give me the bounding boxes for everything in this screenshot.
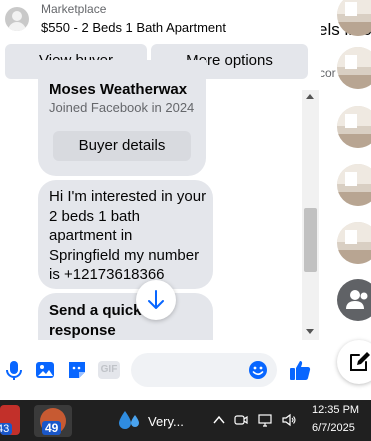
buyer-name: Moses Weatherwax [49, 81, 188, 98]
compose-bar: GIF [0, 340, 321, 400]
scrollbar-thumb[interactable] [304, 208, 317, 272]
scroll-to-bottom-button[interactable] [136, 280, 176, 320]
meet-now-icon[interactable] [233, 412, 249, 428]
listing-thumbnail[interactable] [337, 222, 371, 264]
message-bubble: Hi I'm interested in your 2 beds 1 bath … [38, 180, 213, 289]
gif-icon[interactable]: GIF [98, 361, 120, 379]
chat-window: Marketplace $550 - 2 Beds 1 Bath Apartme… [0, 0, 321, 400]
quick-response-label: Send a quick response [49, 302, 142, 339]
compose-icon [350, 352, 370, 371]
chat-subtitle: Marketplace [41, 2, 107, 16]
listing-thumbnail[interactable] [337, 47, 371, 89]
listing-thumbnail[interactable] [337, 106, 371, 148]
buyer-card: Moses Weatherwax Joined Facebook in 2024… [38, 60, 206, 176]
scroll-down-arrow-icon[interactable] [306, 329, 314, 334]
new-message-button[interactable] [337, 340, 371, 384]
listing-thumbnail[interactable] [337, 0, 371, 36]
taskbar-app[interactable]: 43 [0, 405, 20, 435]
clock-date[interactable]: 6/7/2025 [312, 422, 355, 434]
avatar[interactable] [5, 7, 29, 31]
thumbs-up-icon[interactable] [288, 358, 312, 382]
chat-header: Marketplace $550 - 2 Beds 1 Bath Apartme… [0, 0, 321, 40]
taskbar-app[interactable]: 49 [34, 405, 72, 437]
raindrop-icon[interactable] [116, 409, 142, 433]
clock-time[interactable]: 12:35 PM [312, 404, 359, 416]
chevron-up-icon[interactable] [211, 412, 227, 428]
taskbar: 43 49 Very... 12:35 PM 6/7/2025 [0, 400, 371, 441]
buyer-details-button[interactable]: Buyer details [53, 131, 191, 161]
photo-icon[interactable] [34, 359, 56, 381]
arrow-down-icon [148, 290, 164, 309]
people-icon [346, 290, 368, 309]
buyer-joined: Joined Facebook in 2024 [49, 100, 195, 115]
contacts-button[interactable] [337, 279, 371, 321]
notification-badge: 49 [42, 421, 62, 435]
partial-text: cor [321, 66, 336, 80]
scrollbar[interactable] [302, 90, 319, 340]
emoji-icon[interactable] [247, 359, 269, 381]
network-icon[interactable] [257, 412, 273, 428]
microphone-icon[interactable] [3, 359, 25, 381]
volume-icon[interactable] [281, 412, 297, 428]
sticker-icon[interactable] [66, 359, 88, 381]
listing-thumbnail[interactable] [337, 164, 371, 206]
scroll-up-arrow-icon[interactable] [306, 94, 314, 99]
chat-title[interactable]: $550 - 2 Beds 1 Bath Apartment [41, 20, 226, 35]
background-page: els into cor [321, 0, 371, 400]
notification-badge: 43 [0, 423, 13, 435]
message-text: Hi I'm interested in your 2 beds 1 bath … [49, 188, 207, 283]
weather-label[interactable]: Very... [148, 414, 184, 429]
